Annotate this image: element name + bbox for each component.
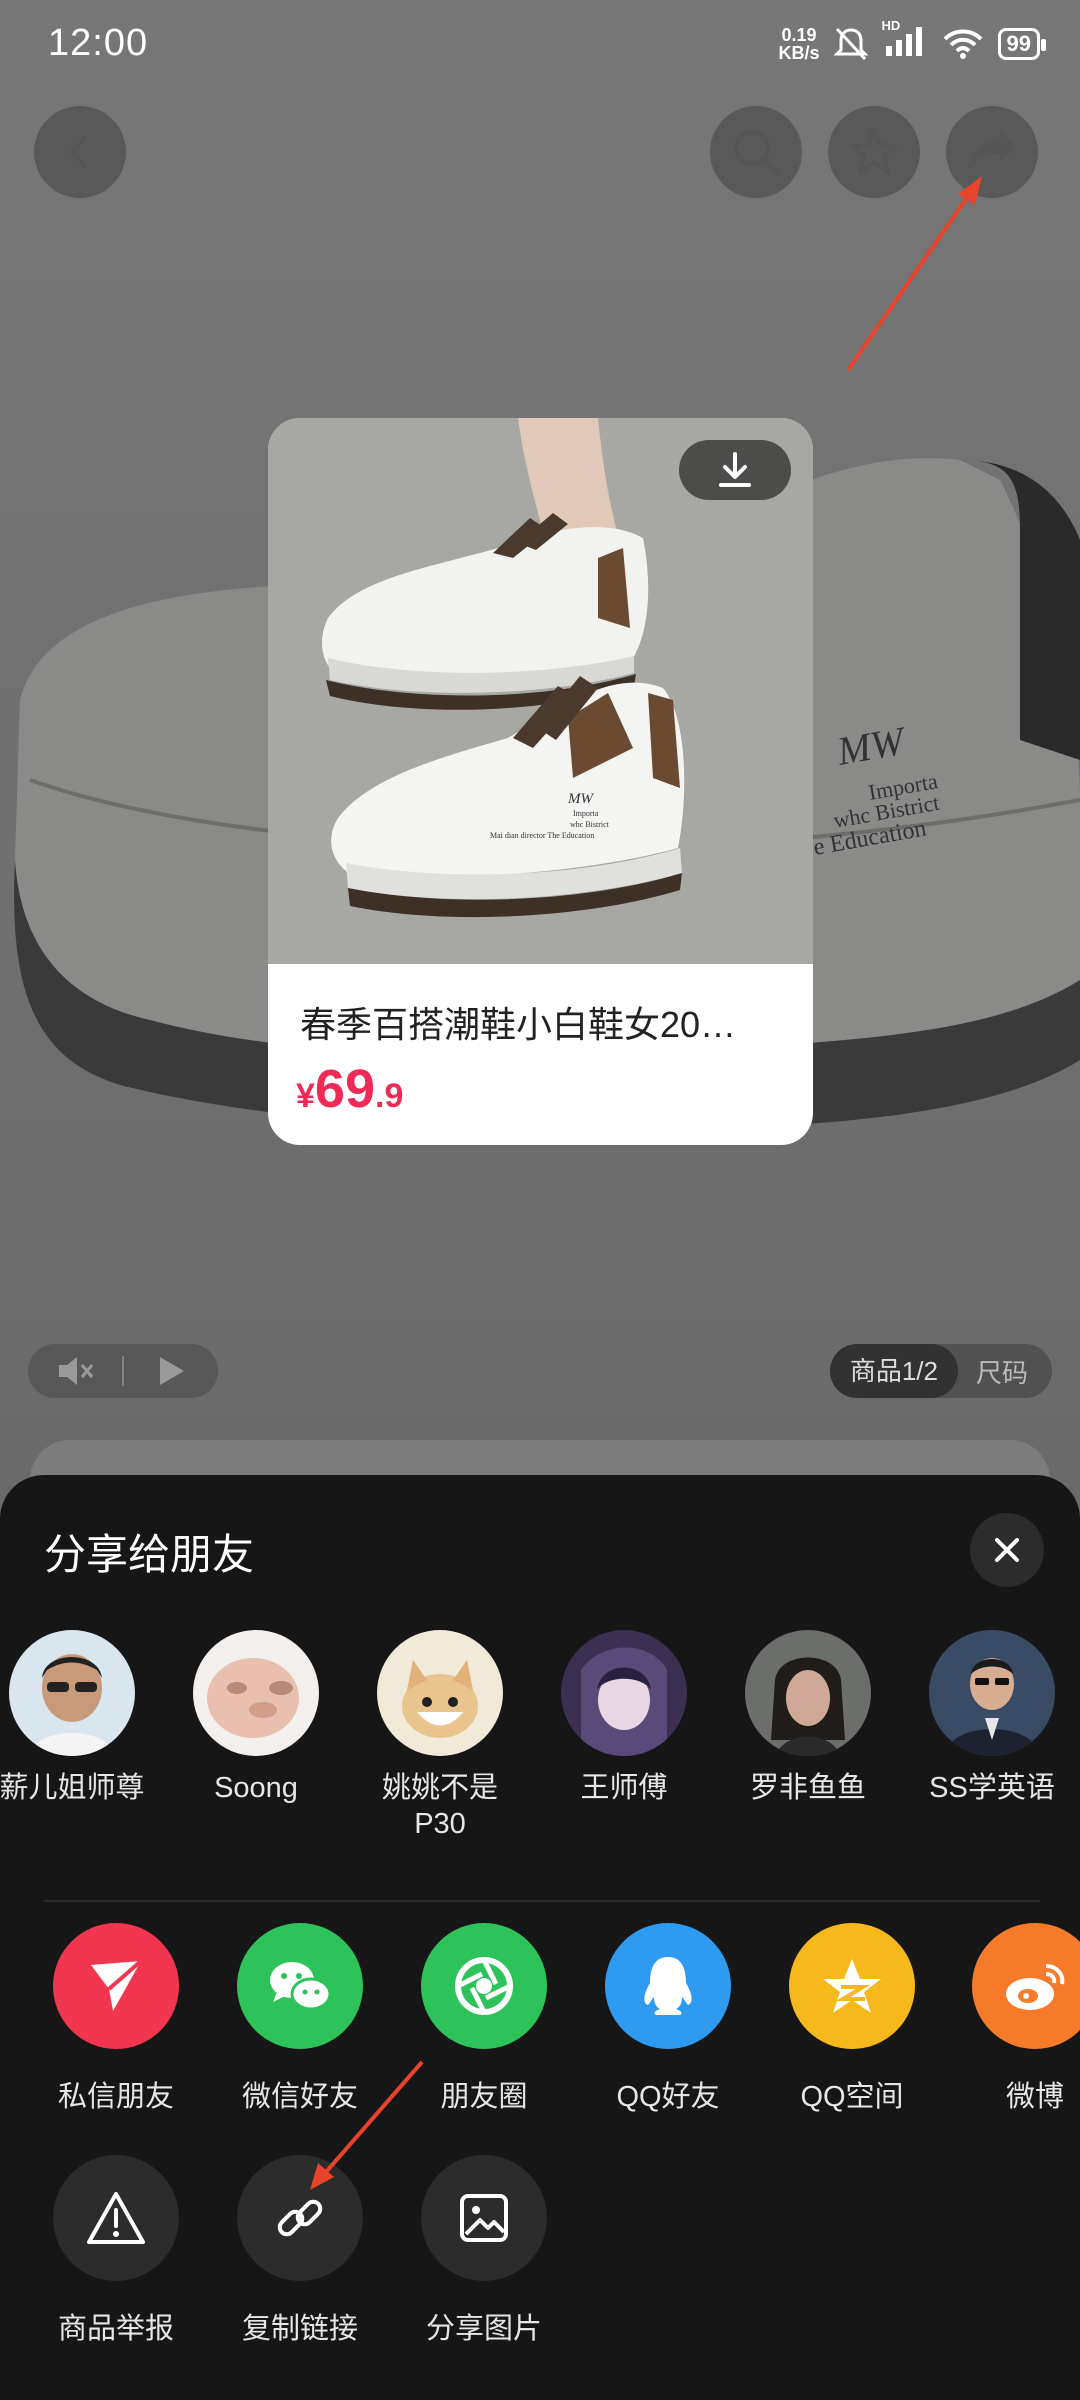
app-label: QQ空间: [800, 2081, 904, 2113]
avatar: [745, 1630, 871, 1756]
share-app-weibo[interactable]: 微博: [950, 1923, 1080, 2115]
action-copy-link[interactable]: 复制链接: [215, 2155, 385, 2347]
avatar: [9, 1630, 135, 1756]
bell-muted-icon: [833, 27, 868, 60]
friend-item[interactable]: SS学英语: [907, 1630, 1077, 1806]
app-icon: [53, 1923, 179, 2049]
action-label: 分享图片: [425, 2313, 542, 2345]
action-label: 商品举报: [57, 2313, 174, 2345]
image-icon: [460, 2194, 508, 2242]
share-app-moments[interactable]: 朋友圈: [399, 1923, 569, 2115]
shoe-print-line: MW: [567, 791, 594, 807]
warning-icon: [87, 2192, 145, 2244]
search-icon: [733, 129, 779, 175]
share-button[interactable]: [946, 106, 1038, 198]
paper-plane-icon: [91, 1959, 143, 2011]
signal-strength: HD: [882, 18, 928, 63]
action-report-product[interactable]: 商品举报: [31, 2155, 201, 2347]
shoe-print-line: Importa: [573, 809, 599, 818]
friend-item[interactable]: 姚姚不是P30: [355, 1630, 525, 1842]
price-integer: 69: [314, 1059, 375, 1119]
avatar: [193, 1630, 319, 1756]
friend-name: 王师傅: [580, 1772, 668, 1804]
share-app-wechat[interactable]: 微信好友: [215, 1923, 385, 2115]
download-button[interactable]: [679, 440, 791, 500]
avatar: [377, 1630, 503, 1756]
friend-name: 罗非鱼鱼: [749, 1772, 866, 1804]
chevron-left-icon: [69, 136, 87, 168]
avatar: [929, 1630, 1055, 1756]
share-arrow-icon: [967, 131, 1017, 173]
shoe-print-line: Mai dian director The Education: [490, 831, 594, 840]
avatar: [561, 1630, 687, 1756]
download-icon: [719, 452, 751, 487]
product-price: ¥69.9: [296, 1058, 403, 1120]
network-speed: 0.19 KB/s: [779, 26, 820, 62]
app-icon: [789, 1923, 915, 2049]
back-button[interactable]: [34, 106, 126, 198]
share-sheet-title: 分享给朋友: [44, 1531, 255, 1578]
tab-product-count[interactable]: 商品1/2: [829, 1344, 958, 1398]
app-icon: [421, 2155, 547, 2281]
friend-name: SS学英语: [929, 1772, 1055, 1804]
friend-name: Soong: [214, 1772, 298, 1804]
play-icon: [160, 1357, 184, 1385]
close-button[interactable]: [970, 1513, 1044, 1587]
app-label: 微博: [1005, 2081, 1064, 2113]
friend-item[interactable]: 罗非鱼鱼: [723, 1630, 893, 1806]
qzone-star-icon: [823, 1959, 881, 2013]
app-label: 微信好友: [241, 2081, 358, 2113]
weibo-icon: [1006, 1964, 1065, 2010]
app-icon: [605, 1923, 731, 2049]
tab-size[interactable]: 尺码: [958, 1353, 1052, 1390]
battery-indicator: 99: [997, 27, 1047, 60]
status-time: 12:00: [48, 22, 149, 64]
product-title: 春季百搭潮鞋小白鞋女20…: [300, 1004, 737, 1045]
status-icons: 0.19 KB/s HD 99: [779, 18, 1047, 63]
status-bar: 12:00 0.19 KB/s HD 99: [0, 0, 1080, 90]
product-pager: 商品1/2 尺码: [829, 1344, 1052, 1398]
favorite-button[interactable]: [828, 106, 920, 198]
wifi-icon: [943, 29, 982, 59]
share-app-qq[interactable]: QQ好友: [583, 1923, 753, 2115]
app-icon: [421, 1923, 547, 2049]
price-currency: ¥: [296, 1077, 315, 1115]
network-speed-value: 0.19: [781, 24, 817, 45]
friend-name: 姚姚不是P30: [381, 1772, 498, 1840]
product-card[interactable]: MW Importa whc Bistrict Mai dian directo…: [268, 418, 813, 1145]
friend-item[interactable]: Soong: [171, 1630, 341, 1806]
friend-name: 薪儿姐师尊: [0, 1772, 145, 1804]
app-label: QQ好友: [616, 2081, 720, 2113]
speaker-muted-icon: [59, 1357, 94, 1385]
wechat-icon: [270, 1962, 332, 2011]
share-app-qzone[interactable]: QQ空间: [767, 1923, 937, 2115]
app-icon: [972, 1923, 1080, 2049]
action-share-image[interactable]: 分享图片: [399, 2155, 569, 2347]
media-controls: [28, 1344, 218, 1398]
app-label: 私信朋友: [57, 2081, 174, 2113]
friend-item[interactable]: 薪儿姐师尊: [0, 1630, 157, 1806]
app-icon: [237, 1923, 363, 2049]
app-icon: [237, 2155, 363, 2281]
section-divider: [44, 1900, 1040, 1902]
search-button[interactable]: [710, 106, 802, 198]
network-speed-unit: KB/s: [778, 42, 820, 63]
friend-item[interactable]: 王师傅: [539, 1630, 709, 1806]
mute-button[interactable]: [28, 1344, 122, 1398]
qq-penguin-icon: [644, 1957, 692, 2015]
share-app-private-message[interactable]: 私信朋友: [31, 1923, 201, 2115]
action-label: 复制链接: [241, 2313, 358, 2345]
shoe-print-line: whc Bistrict: [570, 820, 610, 829]
moments-shutter-icon: [455, 1957, 513, 2015]
app-icon: [53, 2155, 179, 2281]
star-icon: [850, 128, 898, 174]
hd-label: HD: [881, 18, 901, 33]
play-button[interactable]: [124, 1344, 218, 1398]
share-sheet: 分享给朋友 薪儿姐师尊 Soong 姚姚不是P30 王师傅 罗非鱼鱼 SS学英语…: [0, 1475, 1080, 2400]
link-icon: [277, 2199, 323, 2237]
app-label: 朋友圈: [440, 2081, 528, 2113]
close-icon: [995, 1538, 1019, 1562]
price-decimal: .9: [375, 1077, 404, 1115]
